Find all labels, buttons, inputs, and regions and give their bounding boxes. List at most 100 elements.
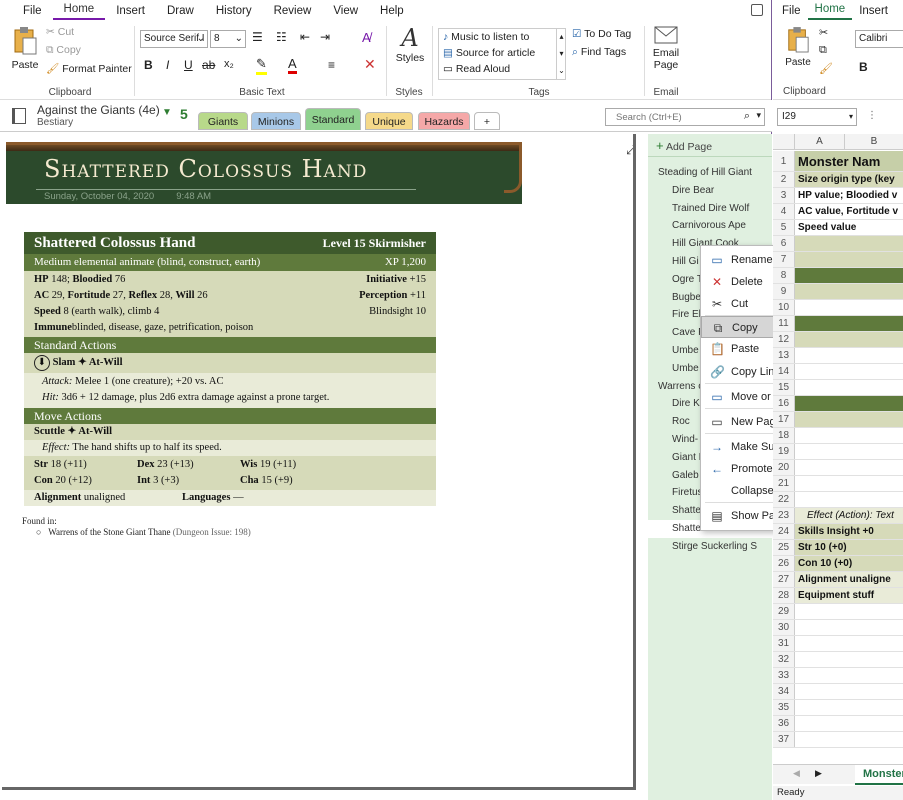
font-name-select[interactable]: Source Serif I ⌄ xyxy=(140,30,208,48)
page-list-item[interactable]: Carnivorous Ape xyxy=(648,217,772,235)
cell[interactable] xyxy=(795,268,903,283)
excel-menu-insert[interactable]: Insert xyxy=(852,2,895,20)
worksheet-grid[interactable]: 1 Monster Nam 2 Size origin type (key 3 HP va… xyxy=(773,151,903,748)
notebook-icon[interactable] xyxy=(12,108,26,124)
row-number[interactable]: 29 xyxy=(773,604,795,619)
decrease-indent-button[interactable]: ⇤ xyxy=(300,30,310,44)
worksheet-row[interactable]: 11 xyxy=(773,316,903,332)
restore-window-icon[interactable] xyxy=(751,4,763,16)
cell[interactable] xyxy=(795,428,903,443)
row-number[interactable]: 2 xyxy=(773,172,795,187)
cell[interactable] xyxy=(795,460,903,475)
search-box[interactable]: ⌕ ▾ xyxy=(605,108,765,126)
cell[interactable] xyxy=(795,604,903,619)
cell[interactable] xyxy=(795,332,903,347)
clear-formatting-button[interactable]: A̸ xyxy=(362,30,371,45)
todo-tag-button[interactable]: ☑ To Do Tag xyxy=(572,28,631,40)
page-list-item[interactable]: Trained Dire Wolf xyxy=(648,200,772,218)
worksheet-row[interactable]: 27 Alignment unaligne xyxy=(773,572,903,588)
select-all-corner[interactable] xyxy=(773,134,795,149)
excel-menu-home[interactable]: Home xyxy=(807,0,853,20)
cell[interactable]: Alignment unaligne xyxy=(795,572,903,587)
worksheet-row[interactable]: 36 xyxy=(773,716,903,732)
row-number[interactable]: 8 xyxy=(773,268,795,283)
cell[interactable] xyxy=(795,684,903,699)
worksheet-row[interactable]: 37 xyxy=(773,732,903,748)
worksheet-row[interactable]: 17 xyxy=(773,412,903,428)
row-number[interactable]: 26 xyxy=(773,556,795,571)
sheet-nav-left-icon[interactable]: ◀ xyxy=(793,768,800,779)
bullets-button[interactable]: ☰ xyxy=(252,30,263,44)
found-in-item[interactable]: ○ Warrens of the Stone Giant Thane (Dung… xyxy=(36,527,251,537)
highlight-button[interactable]: ✎ xyxy=(256,56,267,75)
email-page-button[interactable]: Email Page xyxy=(648,26,684,71)
cell[interactable]: Size origin type (key xyxy=(795,172,903,187)
worksheet-row[interactable]: 20 xyxy=(773,460,903,476)
stat-block[interactable]: Shattered Colossus Hand Level 15 Skirmish… xyxy=(24,232,436,506)
underline-button[interactable]: U xyxy=(184,58,193,72)
cut-button[interactable]: ✂ Cut xyxy=(46,26,74,38)
copy-button[interactable]: ⧉ Copy xyxy=(46,44,81,57)
page-list-item[interactable]: Dire Bear xyxy=(648,182,772,200)
search-icon[interactable]: ⌕ xyxy=(744,110,750,123)
worksheet-row[interactable]: 25 Str 10 (+0) xyxy=(773,540,903,556)
row-number[interactable]: 30 xyxy=(773,620,795,635)
column-header-a[interactable]: A xyxy=(795,134,845,149)
row-number[interactable]: 5 xyxy=(773,220,795,235)
excel-format-painter-icon[interactable]: 🖌 xyxy=(819,62,833,75)
tag-music[interactable]: ♪ Music to listen to xyxy=(443,31,529,43)
worksheet-row[interactable]: 34 xyxy=(773,684,903,700)
tag-source[interactable]: ▤ Source for article xyxy=(443,47,535,59)
bold-button[interactable]: B xyxy=(144,58,153,72)
row-number[interactable]: 33 xyxy=(773,668,795,683)
cell[interactable] xyxy=(795,284,903,299)
chevron-down-icon[interactable]: ▾ xyxy=(756,110,761,121)
increase-indent-button[interactable]: ⇥ xyxy=(320,30,330,44)
find-tags-button[interactable]: ⌕ Find Tags xyxy=(572,46,626,59)
row-number[interactable]: 34 xyxy=(773,684,795,699)
cell[interactable]: Str 10 (+0) xyxy=(795,540,903,555)
excel-cut-icon[interactable]: ✂ xyxy=(819,26,828,39)
worksheet-row[interactable]: 22 xyxy=(773,492,903,508)
row-number[interactable]: 22 xyxy=(773,492,795,507)
menu-home[interactable]: Home xyxy=(52,0,106,20)
cell[interactable] xyxy=(795,620,903,635)
paste-button[interactable]: Paste xyxy=(10,26,40,71)
align-button[interactable]: ≡ xyxy=(328,58,335,72)
cell[interactable]: Con 10 (+0) xyxy=(795,556,903,571)
row-number[interactable]: 35 xyxy=(773,700,795,715)
section-tab-add[interactable]: + xyxy=(474,112,500,130)
row-number[interactable]: 21 xyxy=(773,476,795,491)
cell[interactable] xyxy=(795,476,903,491)
worksheet-row[interactable]: 23 Effect (Action): Text xyxy=(773,508,903,524)
expand-page-icon[interactable]: ⤢ xyxy=(626,142,633,158)
worksheet-row[interactable]: 33 xyxy=(773,668,903,684)
menu-insert[interactable]: Insert xyxy=(105,2,156,20)
excel-paste-button[interactable]: Paste xyxy=(783,26,813,68)
excel-font-select[interactable]: Calibri xyxy=(855,30,903,48)
worksheet-row[interactable]: 13 xyxy=(773,348,903,364)
tag-read-aloud[interactable]: ▭ Read Aloud xyxy=(443,63,510,75)
worksheet-row[interactable]: 30 xyxy=(773,620,903,636)
row-number[interactable]: 16 xyxy=(773,396,795,411)
worksheet-row[interactable]: 8 xyxy=(773,268,903,284)
row-number[interactable]: 9 xyxy=(773,284,795,299)
excel-copy-icon[interactable]: ⧉ xyxy=(819,44,827,57)
row-number[interactable]: 11 xyxy=(773,316,795,331)
worksheet-row[interactable]: 35 xyxy=(773,700,903,716)
worksheet-row[interactable]: 19 xyxy=(773,444,903,460)
menu-draw[interactable]: Draw xyxy=(156,2,205,20)
row-number[interactable]: 6 xyxy=(773,236,795,251)
page-title[interactable]: Shattered Colossus Hand xyxy=(44,155,367,183)
row-number[interactable]: 19 xyxy=(773,444,795,459)
row-number[interactable]: 10 xyxy=(773,300,795,315)
found-in-link[interactable]: Warrens of the Stone Giant Thane xyxy=(48,527,170,537)
row-number[interactable]: 27 xyxy=(773,572,795,587)
row-number[interactable]: 31 xyxy=(773,636,795,651)
cell[interactable] xyxy=(795,300,903,315)
format-painter-button[interactable]: 🖌 Format Painter xyxy=(46,62,132,75)
worksheet-row[interactable]: 4 AC value, Fortitude v xyxy=(773,204,903,220)
page-list-item[interactable]: Stirge Suckerling S xyxy=(648,538,772,556)
row-number[interactable]: 18 xyxy=(773,428,795,443)
worksheet-row[interactable]: 24 Skills Insight +0 xyxy=(773,524,903,540)
